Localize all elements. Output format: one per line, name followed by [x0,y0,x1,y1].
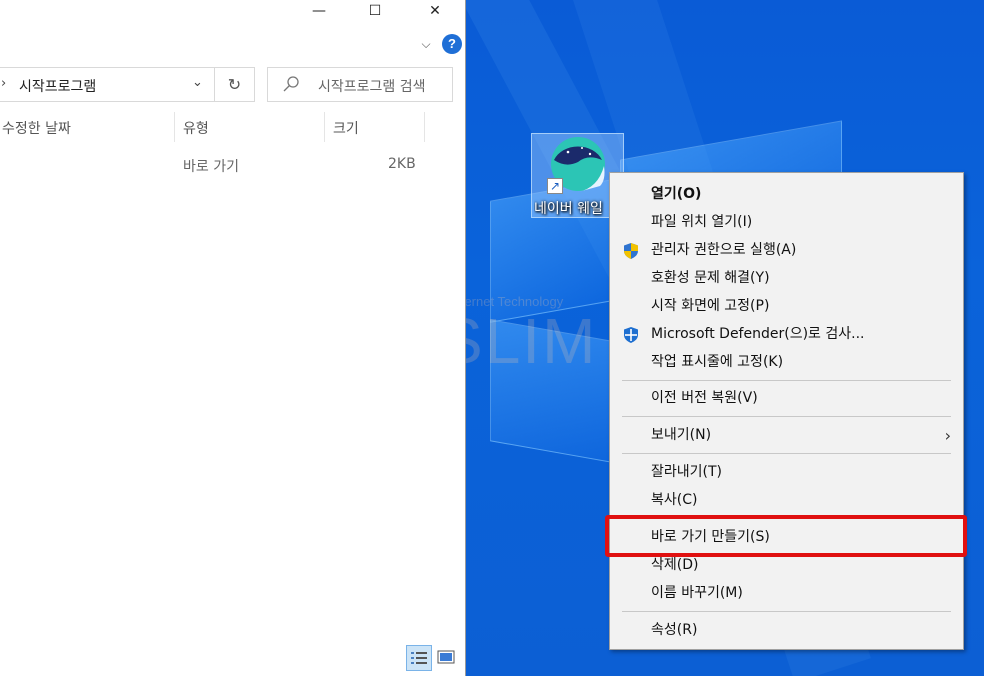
highlight-box [605,515,967,557]
menu-item-rename[interactable]: 이름 바꾸기(M) [610,580,963,607]
close-icon: ✕ [429,3,441,19]
menu-separator [622,611,951,612]
maximize-button[interactable]: ☐ [348,0,402,22]
details-view-icon [411,652,427,664]
shortcut-arrow-icon: ↗ [547,178,563,194]
defender-icon [624,327,638,343]
menu-item-cut[interactable]: 잘라내기(T) [610,459,963,486]
help-icon: ? [448,36,456,51]
help-button[interactable]: ? [442,34,462,54]
menu-item-label: 잘라내기(T) [651,464,722,480]
maximize-icon: ☐ [368,3,382,19]
large-icons-view-icon [437,650,455,664]
menu-item-label: 보내기(N) [651,427,712,443]
details-view-button[interactable] [406,645,432,671]
file-type-cell: 바로 가기 [183,159,239,175]
window-logo-pane [490,319,612,463]
search-icon [283,76,299,92]
column-separator[interactable] [424,112,425,142]
file-size-cell: 2KB [388,156,416,172]
menu-item-defender-scan[interactable]: Microsoft Defender(으)로 검사... [610,321,963,348]
menu-item-label: Microsoft Defender(으)로 검사... [651,326,865,342]
menu-separator [622,380,951,381]
menu-item-label: 복사(C) [651,492,698,508]
search-placeholder: 시작프로그램 검색 [318,79,426,95]
refresh-button[interactable]: ↻ [215,67,255,102]
column-header-size[interactable]: 크기 [333,116,359,142]
menu-item-label: 시작 화면에 고정(P) [651,298,770,314]
refresh-icon: ↻ [227,75,242,94]
menu-item-pin-to-start[interactable]: 시작 화면에 고정(P) [610,293,963,320]
menu-item-open[interactable]: 열기(O) [610,181,963,208]
column-header-type[interactable]: 유형 [183,116,209,142]
column-header-date[interactable]: 수정한 날짜 [2,116,71,142]
menu-item-properties[interactable]: 속성(R) [610,617,963,644]
column-separator[interactable] [174,112,175,142]
menu-item-label: 이름 바꾸기(M) [651,585,743,601]
large-icons-view-button[interactable] [434,645,460,671]
menu-item-pin-to-taskbar[interactable]: 작업 표시줄에 고정(K) [610,349,963,376]
menu-item-label: 이전 버전 복원(V) [651,390,758,406]
menu-item-run-as-admin[interactable]: 관리자 권한으로 실행(A) [610,237,963,264]
menu-item-label: 관리자 권한으로 실행(A) [651,242,797,258]
file-explorer-window: — ☐ ✕ ⌵ ? › 시작프로그램 ⌄ ↻ 시작프로그램 검색 수정한 날짜 … [0,0,466,676]
address-bar[interactable]: › 시작프로그램 ⌄ [0,67,215,102]
chevron-right-icon: › [1,76,7,91]
menu-item-label: 속성(R) [651,622,698,638]
chevron-right-icon: › [944,426,951,445]
menu-item-restore-previous-versions[interactable]: 이전 버전 복원(V) [610,385,963,412]
context-menu: 열기(O) 파일 위치 열기(I) 관리자 권한으로 실행(A) 호환성 문제 … [609,172,964,650]
menu-item-troubleshoot-compatibility[interactable]: 호환성 문제 해결(Y) [610,265,963,292]
expand-ribbon-button[interactable]: ⌵ [416,34,436,54]
minimize-button[interactable]: — [292,0,346,22]
minimize-icon: — [312,3,326,19]
address-path: 시작프로그램 [19,79,97,95]
menu-item-send-to[interactable]: 보내기(N) › [610,422,963,449]
menu-item-label: 파일 위치 열기(I) [651,214,753,230]
menu-separator [622,453,951,454]
menu-item-copy[interactable]: 복사(C) [610,487,963,514]
menu-item-open-file-location[interactable]: 파일 위치 열기(I) [610,209,963,236]
chevron-down-icon[interactable]: ⌄ [192,75,212,90]
menu-separator [622,416,951,417]
search-box[interactable]: 시작프로그램 검색 [267,67,453,102]
menu-item-label: 호환성 문제 해결(Y) [651,270,770,286]
column-separator[interactable] [324,112,325,142]
menu-item-label: 열기(O) [651,186,702,202]
menu-item-label: 작업 표시줄에 고정(K) [651,354,784,370]
uac-shield-icon [624,243,638,259]
close-button[interactable]: ✕ [408,0,462,22]
